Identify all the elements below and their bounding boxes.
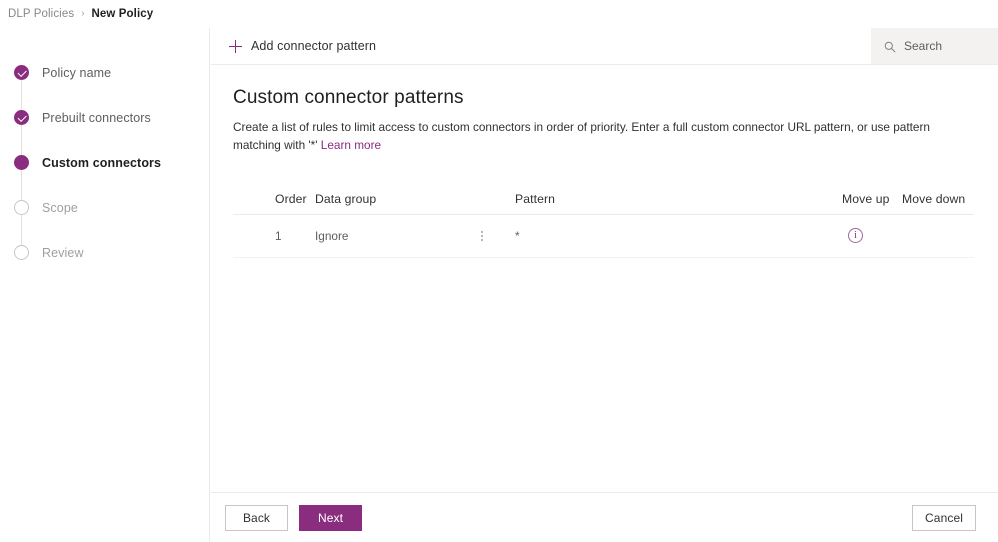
info-icon[interactable]: i: [848, 228, 863, 244]
sidebar-item-label: Prebuilt connectors: [42, 110, 151, 125]
breadcrumb: DLP Policies › New Policy: [0, 0, 998, 28]
column-header-move-up: Move up: [842, 191, 890, 206]
plus-icon: [229, 39, 242, 53]
add-connector-pattern-button[interactable]: Add connector pattern: [211, 28, 386, 64]
column-header-move-down: Move down: [902, 191, 966, 206]
step-check-icon: [14, 110, 29, 125]
sidebar-item-label: Review: [42, 245, 84, 260]
wizard-step-rail: Policy name Prebuilt connectors Custom c…: [0, 28, 210, 542]
sidebar-item-custom-connectors[interactable]: Custom connectors: [0, 140, 209, 200]
sidebar-item-scope[interactable]: Scope: [0, 185, 209, 245]
table-row[interactable]: 1 Ignore * i: [233, 215, 974, 258]
sidebar-item-policy-name[interactable]: Policy name: [0, 50, 209, 110]
command-bar: Add connector pattern: [211, 28, 998, 65]
search-icon: [884, 40, 896, 53]
column-header-order: Order: [275, 191, 307, 206]
dlp-new-policy-window: DLP Policies › New Policy Policy name Pr…: [0, 0, 998, 542]
sidebar-item-prebuilt-connectors[interactable]: Prebuilt connectors: [0, 95, 209, 155]
breadcrumb-link-dlp-policies[interactable]: DLP Policies: [8, 8, 74, 20]
step-empty-circle-icon: [14, 245, 29, 260]
step-current-dot-icon: [14, 155, 29, 170]
back-button[interactable]: Back: [225, 504, 288, 531]
learn-more-link[interactable]: Learn more: [321, 138, 381, 152]
step-connector-line: [21, 215, 22, 245]
cell-pattern: *: [515, 228, 520, 243]
step-connector-line: [21, 125, 22, 155]
sidebar-item-label: Custom connectors: [42, 155, 162, 170]
table-header-row: Order Data group Pattern Move up Move do…: [233, 184, 974, 215]
sidebar-item-label: Scope: [42, 200, 78, 215]
cell-order: 1: [275, 228, 282, 243]
step-empty-circle-icon: [14, 200, 29, 215]
content-area: Custom connector patterns Create a list …: [211, 65, 998, 258]
column-header-data-group: Data group: [315, 191, 377, 206]
page-title: Custom connector patterns: [233, 87, 464, 108]
cell-data-group: Ignore: [315, 228, 349, 243]
sidebar-item-review[interactable]: Review: [0, 230, 209, 275]
step-connector-line: [21, 80, 22, 110]
sidebar-item-label: Policy name: [42, 65, 112, 80]
command-bar-spacer: [386, 28, 871, 64]
breadcrumb-separator-icon: ›: [81, 8, 85, 19]
step-connector-line: [21, 170, 22, 200]
connector-patterns-table: Order Data group Pattern Move up Move do…: [233, 184, 974, 258]
step-check-icon: [14, 65, 29, 80]
kebab-menu-icon[interactable]: [475, 228, 489, 244]
add-connector-pattern-label: Add connector pattern: [251, 39, 377, 53]
column-header-pattern: Pattern: [515, 191, 555, 206]
breadcrumb-current-new-policy: New Policy: [91, 8, 154, 20]
main-panel: Add connector pattern Custom connector p…: [211, 28, 998, 542]
wizard-footer: Back Next Cancel: [211, 492, 998, 542]
cancel-button[interactable]: Cancel: [912, 504, 976, 531]
search-input[interactable]: [904, 39, 992, 53]
page-description: Create a list of rules to limit access t…: [233, 118, 973, 155]
search-box[interactable]: [871, 28, 998, 64]
next-button[interactable]: Next: [299, 504, 362, 531]
